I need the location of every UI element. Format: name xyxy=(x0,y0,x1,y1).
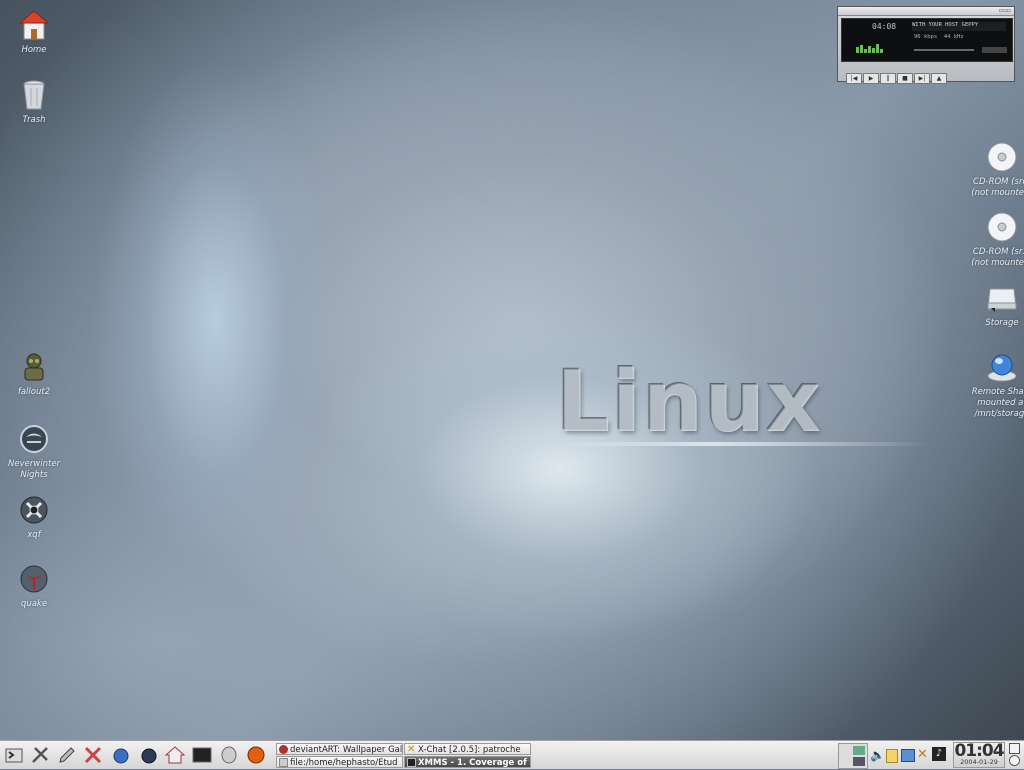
cdrom-icon xyxy=(985,140,1019,174)
lock-logout xyxy=(1006,743,1022,767)
launcher-firebird[interactable] xyxy=(245,744,267,766)
desktop-icon-cdrom-sr1[interactable]: CD-ROM (sr1) (not mounted) xyxy=(965,210,1024,269)
xmms-tray-icon[interactable]: ♪ xyxy=(932,747,946,761)
launcher-mozilla[interactable] xyxy=(138,744,160,766)
xmms-seekbar[interactable] xyxy=(914,49,974,51)
k-menu-button[interactable] xyxy=(3,744,25,766)
fallout2-icon xyxy=(17,350,51,384)
cdrom-icon xyxy=(985,210,1019,244)
remote-share-icon xyxy=(985,350,1019,384)
xqf-icon xyxy=(17,493,51,527)
xmms-controls: |◀ ▶ ‖ ■ ▶| ▲ xyxy=(846,65,948,84)
desktop-icon-trash[interactable]: Trash xyxy=(0,78,71,126)
volume-icon[interactable]: 🔈 xyxy=(870,748,885,762)
clipboard-icon[interactable] xyxy=(886,749,898,763)
desktop-icon-cdrom-sro[interactable]: CD-ROM (sro) (not mounted) xyxy=(965,140,1024,199)
firebird-icon xyxy=(247,746,265,764)
xmms-icon xyxy=(407,758,416,767)
quake-icon xyxy=(17,562,51,596)
folder-icon xyxy=(279,758,288,767)
storage-drive-icon xyxy=(985,281,1019,315)
xmms-next-button[interactable]: ▶| xyxy=(914,73,930,84)
launcher-tools[interactable] xyxy=(29,744,51,766)
clock-date: 2004-01-29 xyxy=(960,758,998,766)
pen-icon xyxy=(59,747,75,763)
taskbar: deviantART: Wallpaper Gal ✕ X-Chat [2.0.… xyxy=(0,740,1024,769)
xmms-visualizer xyxy=(856,44,883,53)
desktop-icon-storage[interactable]: Storage xyxy=(965,281,1024,329)
desktop-icon-remote-share[interactable]: Remote Share mounted at /mnt/storage xyxy=(965,350,1024,420)
xmms-window-buttons[interactable]: ▫▫▫ xyxy=(999,7,1011,15)
launcher-browser[interactable] xyxy=(110,744,132,766)
xmms-eject-button[interactable]: ▲ xyxy=(931,73,947,84)
logout-icon[interactable] xyxy=(1009,755,1020,766)
desktop: Linux Home Trash fallout2 Neverwinter Ni… xyxy=(0,0,1024,740)
globe-icon xyxy=(113,748,129,764)
task-xmms[interactable]: XMMS - 1. Coverage of t xyxy=(404,756,531,768)
pager-desktop-2[interactable] xyxy=(853,746,865,755)
clock[interactable]: 01:04 2004-01-29 xyxy=(953,742,1005,768)
desktop-icon-home[interactable]: Home xyxy=(0,8,71,56)
launcher-home[interactable] xyxy=(164,744,186,766)
xchat-icon xyxy=(84,746,102,764)
xmms-pause-button[interactable]: ‖ xyxy=(880,73,896,84)
xchat-tray-icon[interactable]: ✕ xyxy=(917,746,928,764)
storage-icon xyxy=(221,746,237,764)
xchat-icon: ✕ xyxy=(407,744,416,755)
xmms-titlebar[interactable]: ▫▫▫ xyxy=(838,7,1014,16)
launcher-xchat[interactable] xyxy=(82,744,104,766)
task-xchat[interactable]: ✕ X-Chat [2.0.5]: patroche xyxy=(404,743,531,755)
lock-screen-icon[interactable] xyxy=(1009,743,1020,754)
task-deviantart[interactable]: deviantART: Wallpaper Gal xyxy=(276,743,403,755)
xmms-display: 04:08 WITH YOUR HOST GEPPY 96 kbps 44 kH… xyxy=(841,18,1013,62)
tools-icon xyxy=(32,747,48,763)
xmms-player[interactable]: ▫▫▫ 04:08 WITH YOUR HOST GEPPY 96 kbps 4… xyxy=(837,6,1015,84)
xmms-time: 04:08 xyxy=(872,22,897,31)
trash-icon xyxy=(17,78,51,112)
wallpaper-swoosh xyxy=(560,442,930,446)
system-tray: 🔈 ✕ ♪ xyxy=(870,746,948,764)
neverwinter-nights-icon xyxy=(17,422,51,456)
network-icon[interactable] xyxy=(901,749,915,762)
xmms-stop-button[interactable]: ■ xyxy=(897,73,913,84)
desktop-icon-xqf[interactable]: xqf xyxy=(0,493,71,541)
desktop-pager[interactable] xyxy=(838,743,868,769)
home-icon xyxy=(164,746,186,764)
mozilla-icon xyxy=(141,748,157,764)
terminal-icon xyxy=(192,747,212,763)
desktop-icon-neverwinter-nights[interactable]: Neverwinter Nights xyxy=(0,422,71,481)
xmms-prev-button[interactable]: |◀ xyxy=(846,73,862,84)
xmms-volume-slider[interactable] xyxy=(982,47,1007,53)
k-menu-icon xyxy=(5,748,23,763)
deviantart-icon xyxy=(279,745,288,754)
xmms-bitrate-line: 96 kbps 44 kHz xyxy=(914,34,964,40)
launcher-storage[interactable] xyxy=(218,744,240,766)
wallpaper-linux-text: Linux xyxy=(556,352,823,450)
xmms-track-title: WITH YOUR HOST GEPPY xyxy=(912,22,1006,31)
launcher-terminal[interactable] xyxy=(191,744,213,766)
home-icon xyxy=(17,8,51,42)
pager-desktop-4[interactable] xyxy=(853,757,865,766)
desktop-icon-fallout2[interactable]: fallout2 xyxy=(0,350,71,398)
clock-time: 01:04 xyxy=(954,741,1004,761)
launcher-editor[interactable] xyxy=(56,744,78,766)
desktop-icon-quake[interactable]: quake xyxy=(0,562,71,610)
xmms-play-button[interactable]: ▶ xyxy=(863,73,879,84)
task-file-manager[interactable]: file:/home/hephasto/Etud xyxy=(276,756,403,768)
